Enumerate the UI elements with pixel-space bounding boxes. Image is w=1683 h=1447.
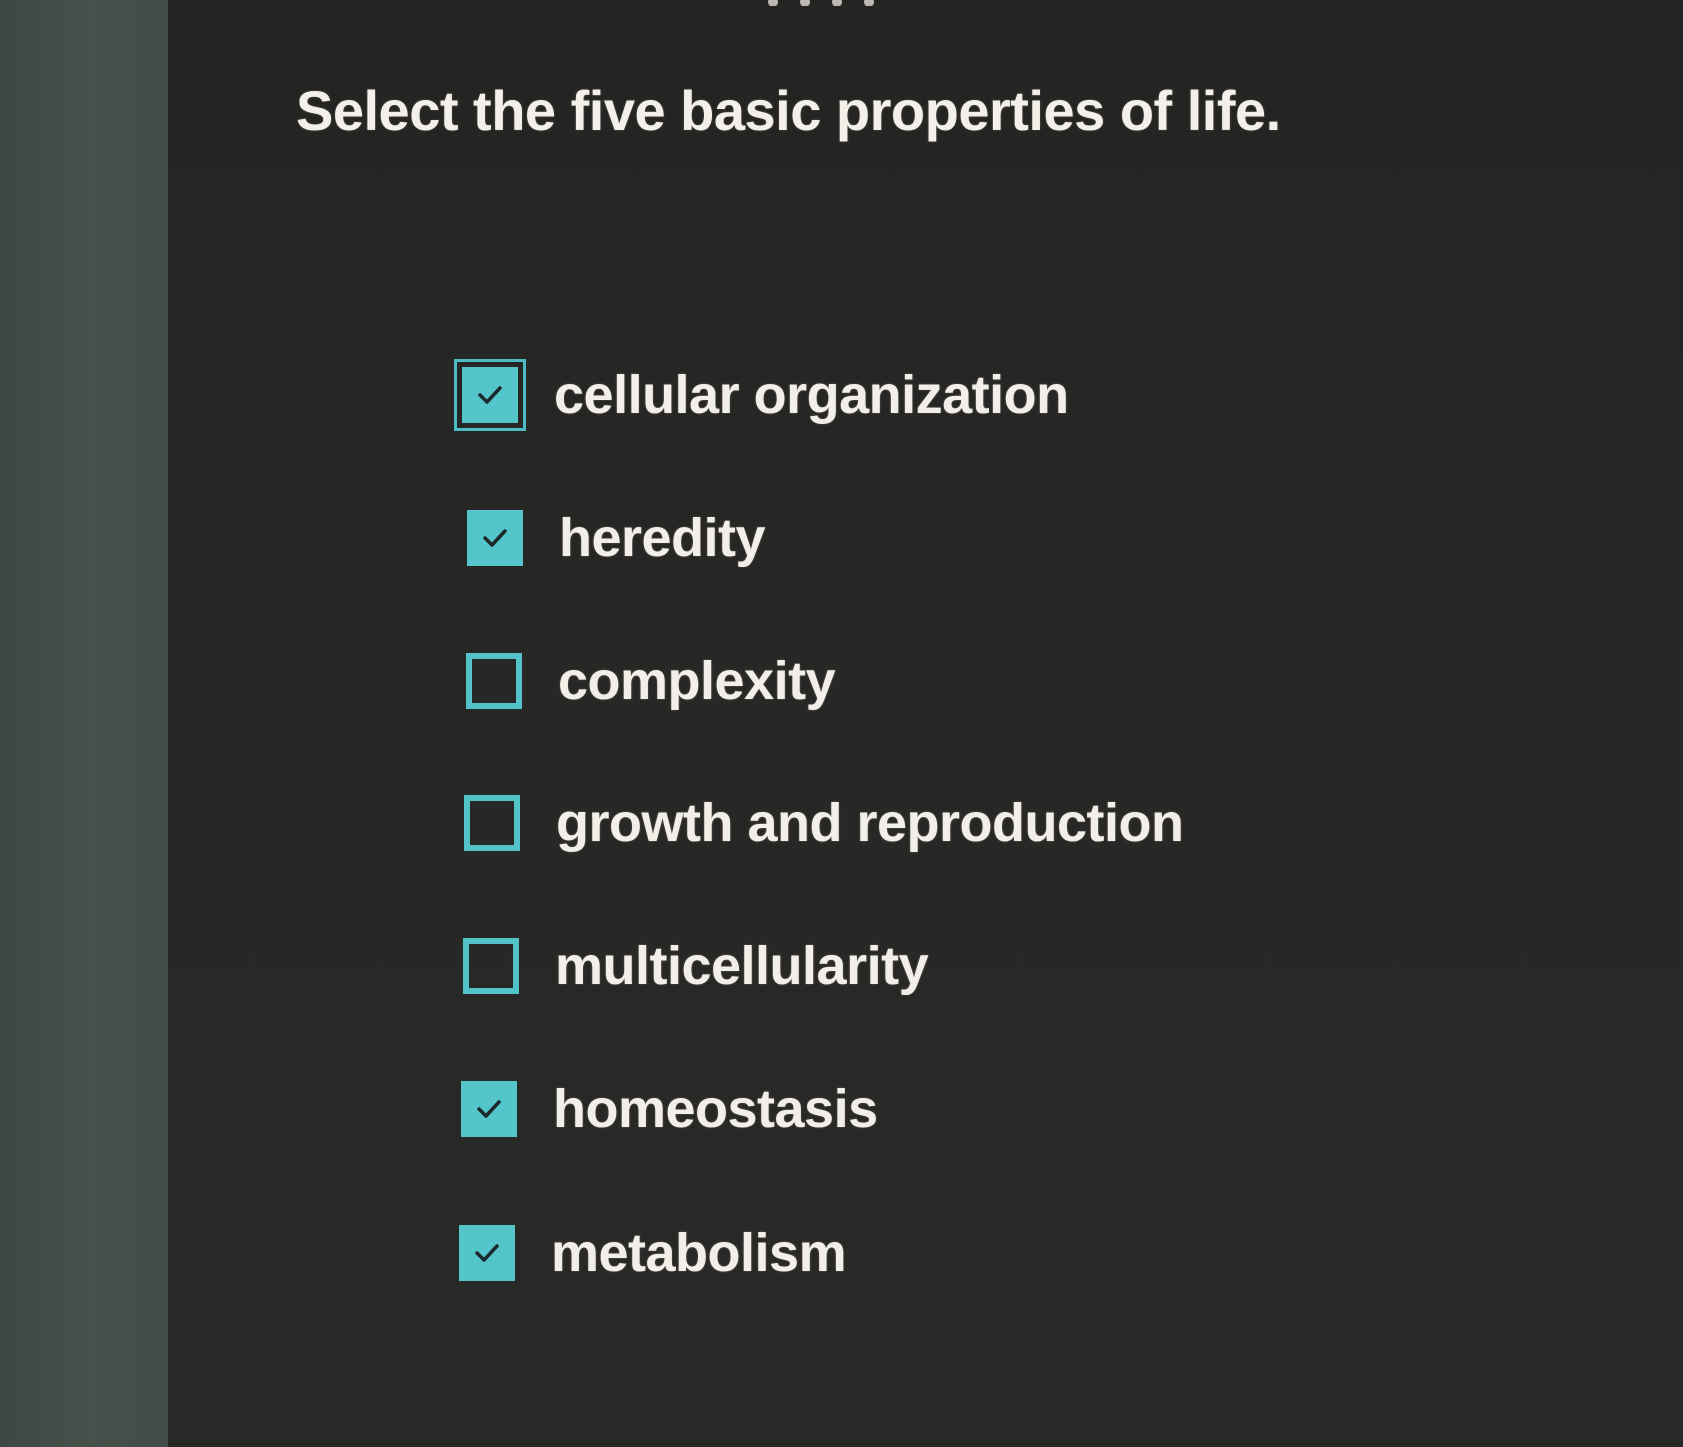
option-label: cellular organization: [554, 365, 1069, 425]
option-checkbox[interactable]: [454, 359, 526, 431]
option-checkbox[interactable]: [459, 1225, 515, 1281]
option-multicellularity[interactable]: multicellularity: [463, 921, 929, 1011]
option-checkbox[interactable]: [466, 653, 522, 709]
option-label: growth and reproduction: [556, 793, 1184, 853]
option-checkbox[interactable]: [463, 938, 519, 994]
checkmark-icon: [483, 529, 507, 547]
option-complexity[interactable]: complexity: [466, 636, 836, 726]
option-checkbox[interactable]: [464, 795, 520, 851]
option-cellular-organization[interactable]: cellular organization: [454, 350, 1069, 440]
checkmark-icon: [475, 1244, 499, 1262]
option-label: metabolism: [551, 1223, 847, 1283]
option-label: homeostasis: [553, 1079, 878, 1139]
option-label: heredity: [559, 508, 766, 568]
options-list: cellular organization heredity complexit…: [0, 0, 1683, 1447]
option-metabolism[interactable]: metabolism: [459, 1208, 847, 1298]
checkmark-icon: [477, 1100, 501, 1118]
option-heredity[interactable]: heredity: [467, 493, 766, 583]
option-label: complexity: [558, 651, 836, 711]
option-homeostasis[interactable]: homeostasis: [461, 1064, 878, 1154]
option-label: multicellularity: [555, 936, 929, 996]
checkmark-icon: [478, 386, 502, 404]
option-growth-and-reproduction[interactable]: growth and reproduction: [464, 778, 1184, 868]
option-checkbox[interactable]: [467, 510, 523, 566]
option-checkbox[interactable]: [461, 1081, 517, 1137]
